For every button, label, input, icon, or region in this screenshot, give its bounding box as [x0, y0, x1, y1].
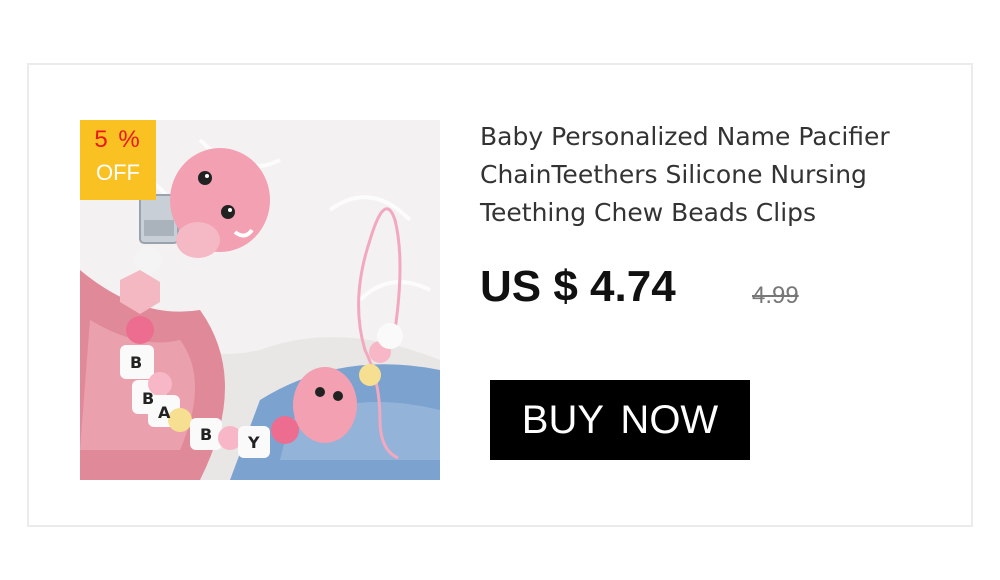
bead-letter: B: [130, 353, 142, 372]
discount-badge: 5 % OFF: [80, 120, 156, 200]
original-price: 4.99: [752, 282, 799, 309]
bead-letter: B: [142, 389, 154, 408]
bead-letter: Y: [247, 433, 260, 452]
bead-letter: B: [200, 425, 212, 444]
current-price: US $ 4.74: [480, 262, 676, 311]
product-title[interactable]: Baby Personalized Name Pacifier ChainTee…: [480, 118, 950, 232]
bead-letter: A: [158, 403, 171, 422]
buy-now-button[interactable]: BUY NOW: [490, 380, 750, 460]
discount-percent: 5 %: [94, 126, 142, 153]
discount-off-label: OFF: [96, 160, 140, 185]
